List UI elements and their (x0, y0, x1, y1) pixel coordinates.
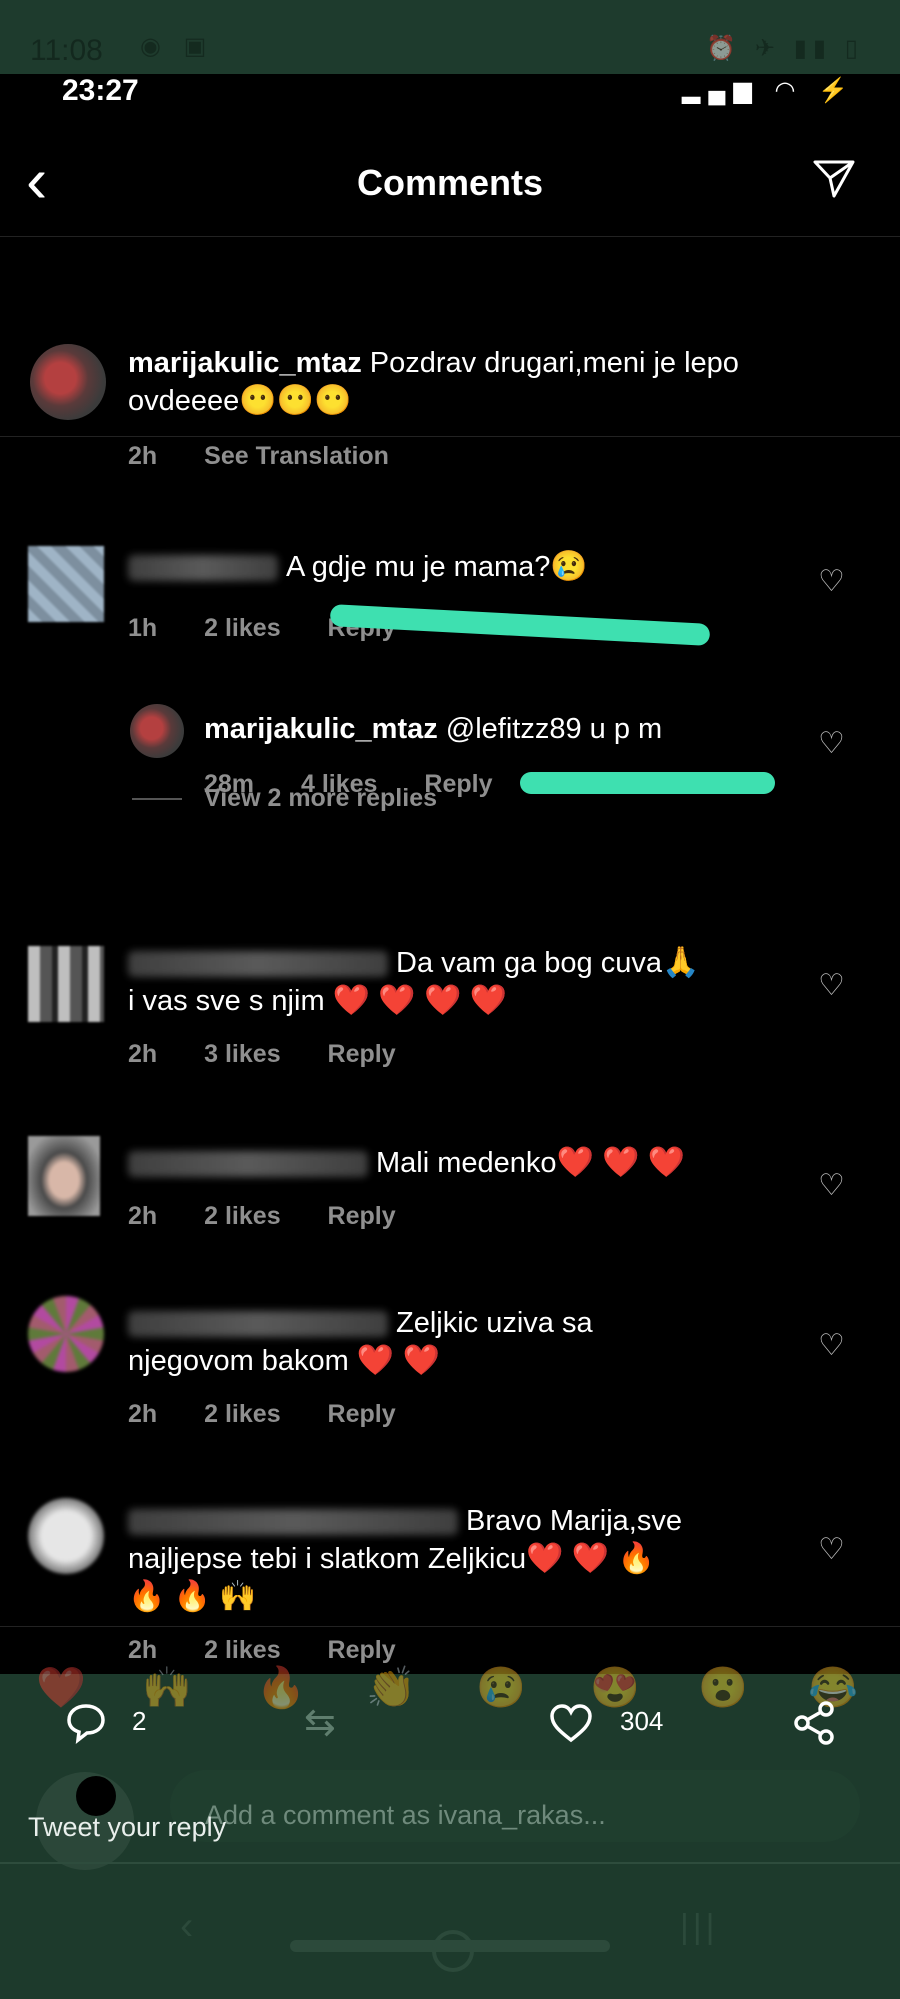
blurred-username (128, 1151, 368, 1178)
retweet-icon[interactable]: ⇆ (304, 1700, 336, 1745)
comments-divider (0, 1626, 900, 1627)
blurred-username (128, 555, 278, 582)
comment-text: Bravo Marija,sve (466, 1505, 682, 1537)
caption-divider (0, 436, 900, 437)
nav-back-icon[interactable]: ‹ (180, 1904, 193, 1949)
comment-text: Da vam ga bog cuva (396, 947, 662, 979)
header-divider (0, 236, 900, 237)
send-icon[interactable] (812, 156, 856, 200)
avatar[interactable] (30, 344, 106, 420)
outer-status-time: 11:08 (30, 34, 103, 67)
comment-time: 2h (128, 442, 158, 470)
comment-likes[interactable]: 3 likes (204, 1040, 280, 1068)
page-title: Comments (356, 162, 544, 203)
avatar[interactable] (28, 1136, 100, 1216)
avatar-overlay (76, 1776, 116, 1816)
avatar[interactable] (28, 546, 104, 622)
outer-system-icons: ⏰ ✈ ▮▮ ▯ (706, 35, 864, 62)
like-heart-icon[interactable]: ♡ (818, 968, 845, 1003)
avatar[interactable] (28, 946, 104, 1022)
emoji: 🙏 (661, 946, 700, 979)
share-icon[interactable] (792, 1700, 838, 1746)
like-heart-icon[interactable]: ♡ (818, 1328, 845, 1363)
emoji: 😶😶😶 (239, 384, 352, 417)
reply-link[interactable]: Reply (328, 1202, 396, 1230)
like-icon[interactable] (548, 1702, 594, 1744)
reply-icon[interactable] (64, 1700, 108, 1744)
blurred-username (128, 951, 388, 978)
reply-link[interactable]: Reply (328, 1040, 396, 1068)
comment-text: A gdje mu je mama? (286, 551, 551, 583)
comment-text: Zeljkic uziva sa (396, 1307, 593, 1339)
blurred-username (128, 1509, 458, 1536)
instagram-screenshot: 23:27 ▂▄▆ ◠ ⚡ ‹ Comments marijakulic_mta… (0, 74, 900, 1674)
caption: marijakulic_mtaz Pozdrav drugari,meni je… (0, 264, 900, 484)
emoji: 🔥 🔥 🙌 (128, 1580, 257, 1613)
emoji: ❤️ ❤️ ❤️ ❤️ (332, 984, 508, 1017)
blurred-username (128, 1311, 388, 1338)
comment-likes[interactable]: 2 likes (204, 1400, 280, 1428)
reply-link[interactable]: Reply (328, 1636, 396, 1664)
view-more-divider (132, 798, 182, 800)
nav-recents-icon[interactable]: ||| (680, 1908, 719, 1947)
comment-time: 2h (128, 1636, 158, 1664)
redaction-highlight (520, 772, 775, 794)
tweet-actions: 2 ⇆ 304 (0, 1700, 900, 1760)
avatar[interactable] (28, 1296, 104, 1372)
comment-text-line2: njegovom bakom (128, 1345, 349, 1377)
comment-likes[interactable]: 2 likes (204, 614, 280, 642)
outer-notification-icons: ◉ ▣ (140, 33, 215, 60)
reply-count: 2 (132, 1706, 147, 1736)
emoji: ❤️ ❤️ ❤️ (556, 1146, 686, 1179)
username[interactable]: marijakulic_mtaz (204, 713, 438, 745)
comment-text: Pozdrav drugari,meni je lepo (369, 347, 739, 379)
comment-likes[interactable]: 2 likes (204, 1202, 280, 1230)
username[interactable]: marijakulic_mtaz (128, 347, 362, 379)
emoji: 😢 (550, 550, 588, 583)
comment-time: 2h (128, 1040, 158, 1068)
see-translation-link[interactable]: See Translation (204, 442, 389, 470)
comment-time: 2h (128, 1400, 158, 1428)
like-count: 304 (620, 1706, 664, 1736)
nav-home-icon[interactable] (432, 1930, 474, 1972)
view-more-replies[interactable]: View 2 more replies (204, 784, 437, 813)
avatar[interactable] (28, 1498, 104, 1574)
like-heart-icon[interactable]: ♡ (818, 564, 845, 599)
comment-text-line2: najljepse tebi i slatkom Zeljkicu (128, 1543, 527, 1575)
comment-text-line2: ovdeeee (128, 385, 240, 417)
comment-text: Mali medenko (376, 1147, 557, 1179)
comment-time: 1h (128, 614, 158, 642)
ig-system-icons: ▂▄▆ ◠ ⚡ (681, 77, 856, 104)
tweet-reply-input[interactable]: Tweet your reply (28, 1812, 226, 1843)
emoji: ❤️ ❤️ 🔥 (526, 1542, 655, 1575)
add-comment-placeholder: Add a comment as ivana_rakas... (205, 1800, 606, 1830)
android-nav-bar: ‹ ||| (0, 1900, 900, 1999)
comment-text-line2: i vas sve s njim (128, 985, 325, 1017)
like-heart-icon[interactable]: ♡ (818, 1532, 845, 1567)
reply-link[interactable]: Reply (328, 1400, 396, 1428)
comment-time: 2h (128, 1202, 158, 1230)
comment-text: @lefitzz89 u p m (445, 713, 663, 745)
emoji: ❤️ ❤️ (356, 1344, 440, 1377)
comment-likes[interactable]: 2 likes (204, 1636, 280, 1664)
like-heart-icon[interactable]: ♡ (818, 726, 845, 761)
avatar[interactable] (130, 704, 184, 758)
bottom-divider (0, 1862, 900, 1864)
ig-status-time: 23:27 (62, 74, 139, 107)
like-heart-icon[interactable]: ♡ (818, 1168, 845, 1203)
